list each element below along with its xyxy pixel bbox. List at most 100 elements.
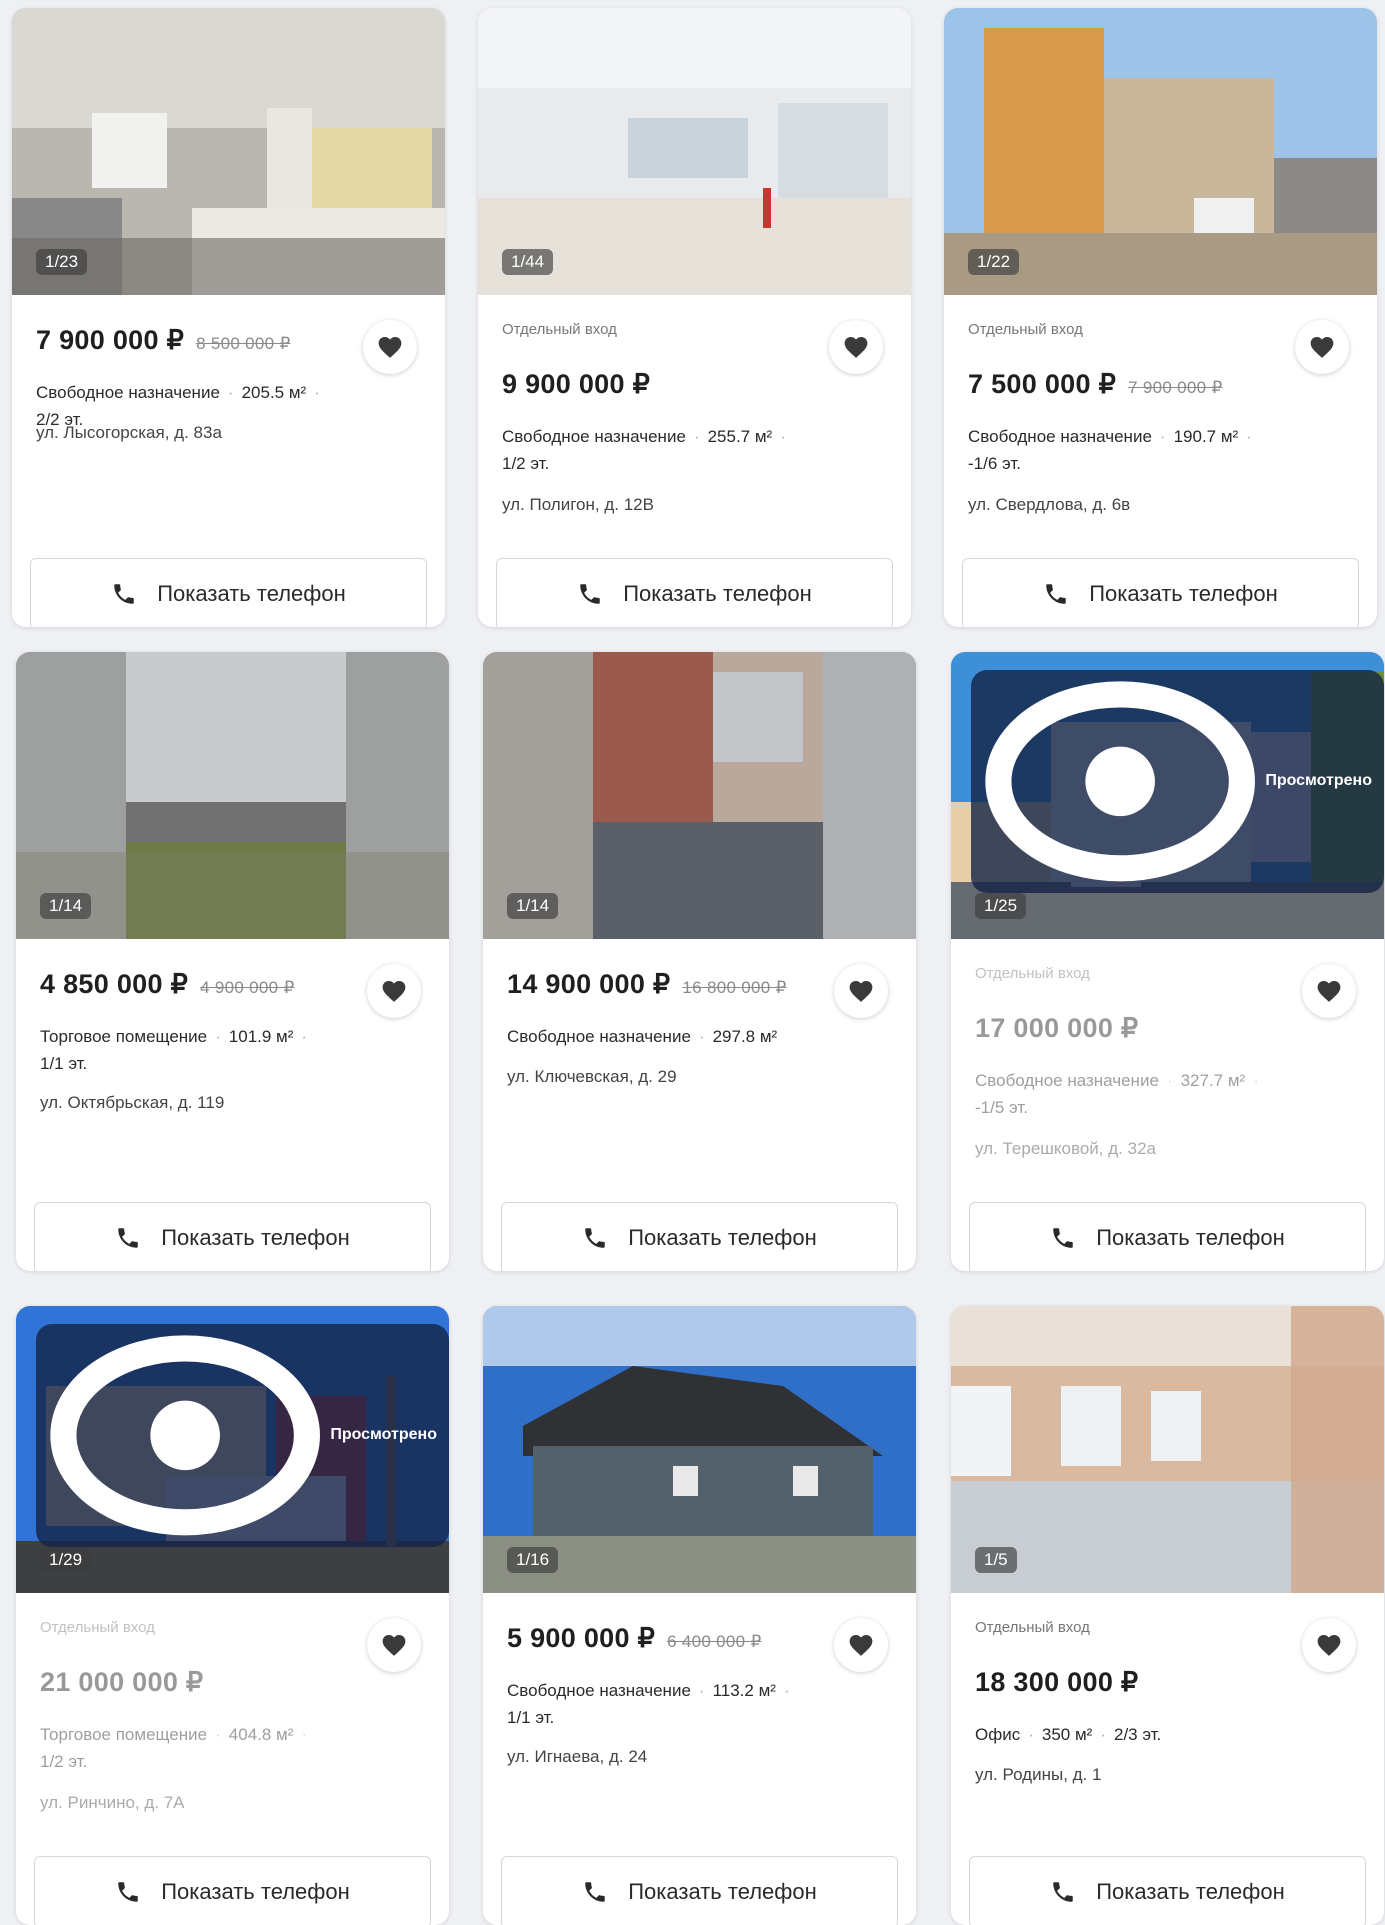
favorite-button[interactable] <box>1302 1618 1356 1672</box>
listing-photo[interactable]: 1/16 <box>483 1306 916 1593</box>
listing-card[interactable]: Просмотрено 1/29 Отдельный вход 21 000 0… <box>16 1306 449 1925</box>
price-row: 9 900 000 ₽ <box>502 369 650 400</box>
eye-icon <box>50 1335 320 1536</box>
property-type: Свободное назначение <box>502 427 686 446</box>
price-row: 7 500 000 ₽ 7 900 000 ₽ <box>968 369 1223 400</box>
heart-icon <box>382 1635 406 1656</box>
photo-counter: 1/16 <box>507 1547 559 1573</box>
price-row: 14 900 000 ₽ 16 800 000 ₽ <box>507 969 787 1000</box>
listing-photo[interactable]: 1/44 <box>478 8 911 295</box>
show-phone-button[interactable]: Показать телефон <box>501 1856 898 1925</box>
old-price: 8 500 000 ₽ <box>196 334 291 353</box>
photo-counter: 1/29 <box>40 1547 92 1573</box>
listing-tag: Отдельный вход <box>975 965 1090 982</box>
listing-photo[interactable]: 1/14 <box>483 652 916 939</box>
area: 327.7 м² <box>1180 1071 1246 1090</box>
favorite-button[interactable] <box>1302 964 1356 1018</box>
floor: -1/5 эт. <box>975 1098 1028 1117</box>
listing-card[interactable]: 1/14 4 850 000 ₽ 4 900 000 ₽ Торговое пом… <box>16 652 449 1271</box>
price: 5 900 000 ₽ <box>507 1623 656 1653</box>
viewed-label: Просмотрено <box>1265 772 1372 790</box>
listing-photo[interactable]: 1/22 <box>944 8 1377 295</box>
price: 18 300 000 ₽ <box>975 1667 1139 1697</box>
listing-photo[interactable]: 1/23 <box>12 8 445 295</box>
area: 404.8 м² <box>228 1725 294 1744</box>
listing-card[interactable]: 1/16 5 900 000 ₽ 6 400 000 ₽ Свободное на… <box>483 1306 916 1925</box>
favorite-button[interactable] <box>363 320 417 374</box>
property-type: Свободное назначение <box>36 383 220 402</box>
heart-icon <box>849 981 873 1002</box>
photo-counter: 1/5 <box>975 1547 1017 1573</box>
listing-info: Офис · 350 м² · 2/3 эт. <box>975 1725 1162 1744</box>
show-phone-label: Показать телефон <box>1096 1225 1285 1250</box>
floor: 1/1 эт. <box>507 1708 555 1727</box>
listing-card[interactable]: Просмотрено 1/25 Отдельный вход 17 000 0… <box>951 652 1384 1271</box>
price: 21 000 000 ₽ <box>40 1667 204 1697</box>
address: ул. Свердлова, д. 6в <box>968 495 1131 514</box>
favorite-button[interactable] <box>834 964 888 1018</box>
show-phone-button[interactable]: Показать телефон <box>30 558 427 627</box>
listing-tag: Отдельный вход <box>40 1619 155 1636</box>
area: 205.5 м² <box>241 383 307 402</box>
show-phone-button[interactable]: Показать телефон <box>501 1202 898 1271</box>
price-row: 21 000 000 ₽ <box>40 1667 203 1698</box>
area: 113.2 м² <box>712 1681 776 1700</box>
favorite-button[interactable] <box>829 320 883 374</box>
price-row: 4 850 000 ₽ 4 900 000 ₽ <box>40 969 295 1000</box>
photo-counter: 1/14 <box>40 893 92 919</box>
floor: 2/3 эт. <box>1114 1725 1162 1744</box>
show-phone-label: Показать телефон <box>157 581 346 606</box>
phone-icon <box>580 584 600 604</box>
price: 17 000 000 ₽ <box>975 1013 1139 1043</box>
listing-tag: Отдельный вход <box>502 321 617 338</box>
show-phone-button[interactable]: Показать телефон <box>962 558 1359 627</box>
listing-card[interactable]: 1/14 14 900 000 ₽ 16 800 000 ₽ Свободное … <box>483 652 916 1271</box>
listing-card[interactable]: 1/22 Отдельный вход 7 500 000 ₽ 7 900 000… <box>944 8 1377 627</box>
listing-card[interactable]: 1/23 7 900 000 ₽ 8 500 000 ₽ Свободное на… <box>12 8 445 627</box>
listing-photo[interactable]: 1/14 <box>16 652 449 939</box>
favorite-button[interactable] <box>367 1618 421 1672</box>
listing-card[interactable]: 1/5 Отдельный вход 18 300 000 ₽ Офис · 350… <box>951 1306 1384 1925</box>
floor: -1/6 эт. <box>968 454 1021 473</box>
property-type: Свободное назначение <box>507 1027 691 1046</box>
listing-info: Свободное назначение · 297.8 м² <box>507 1027 778 1046</box>
show-phone-button[interactable]: Показать телефон <box>969 1202 1366 1271</box>
listing-photo[interactable]: Просмотрено 1/29 <box>16 1306 449 1593</box>
address: ул. Родины, д. 1 <box>975 1765 1102 1784</box>
show-phone-button[interactable]: Показать телефон <box>34 1856 431 1925</box>
price: 7 500 000 ₽ <box>968 369 1117 399</box>
property-type: Свободное назначение <box>968 427 1152 446</box>
viewed-badge: Просмотрено <box>971 670 1384 893</box>
floor: 1/2 эт. <box>40 1752 88 1771</box>
price-row: 17 000 000 ₽ <box>975 1013 1138 1044</box>
show-phone-button[interactable]: Показать телефон <box>969 1856 1366 1925</box>
photo-counter: 1/25 <box>975 893 1027 919</box>
listing-photo[interactable]: 1/5 <box>951 1306 1384 1593</box>
price: 9 900 000 ₽ <box>502 369 651 399</box>
old-price: 7 900 000 ₽ <box>1128 378 1223 397</box>
listing-info: Свободное назначение · 113.2 м² · 1/1 эт. <box>507 1681 790 1727</box>
listing-card[interactable]: 1/44 Отдельный вход 9 900 000 ₽ Свободно… <box>478 8 911 627</box>
show-phone-button[interactable]: Показать телефон <box>34 1202 431 1271</box>
area: 190.7 м² <box>1173 427 1239 446</box>
photo-counter: 1/44 <box>502 249 554 275</box>
viewed-label: Просмотрено <box>330 1426 437 1444</box>
listing-tag: Отдельный вход <box>968 321 1083 338</box>
phone-icon <box>118 1882 138 1902</box>
heart-icon <box>1317 1635 1341 1656</box>
address: ул. Игнаева, д. 24 <box>507 1747 648 1766</box>
area: 350 м² <box>1041 1725 1093 1744</box>
phone-icon <box>118 1228 138 1248</box>
property-type: Офис <box>975 1725 1021 1744</box>
show-phone-button[interactable]: Показать телефон <box>496 558 893 627</box>
heart-icon <box>1317 981 1341 1002</box>
photo-counter: 1/23 <box>36 249 88 275</box>
favorite-button[interactable] <box>834 1618 888 1672</box>
address: ул. Ринчино, д. 7А <box>40 1793 185 1812</box>
favorite-button[interactable] <box>1295 320 1349 374</box>
show-phone-label: Показать телефон <box>1089 581 1278 606</box>
area: 101.9 м² <box>228 1027 294 1046</box>
listing-photo[interactable]: Просмотрено 1/25 <box>951 652 1384 939</box>
favorite-button[interactable] <box>367 964 421 1018</box>
show-phone-label: Показать телефон <box>161 1879 350 1904</box>
